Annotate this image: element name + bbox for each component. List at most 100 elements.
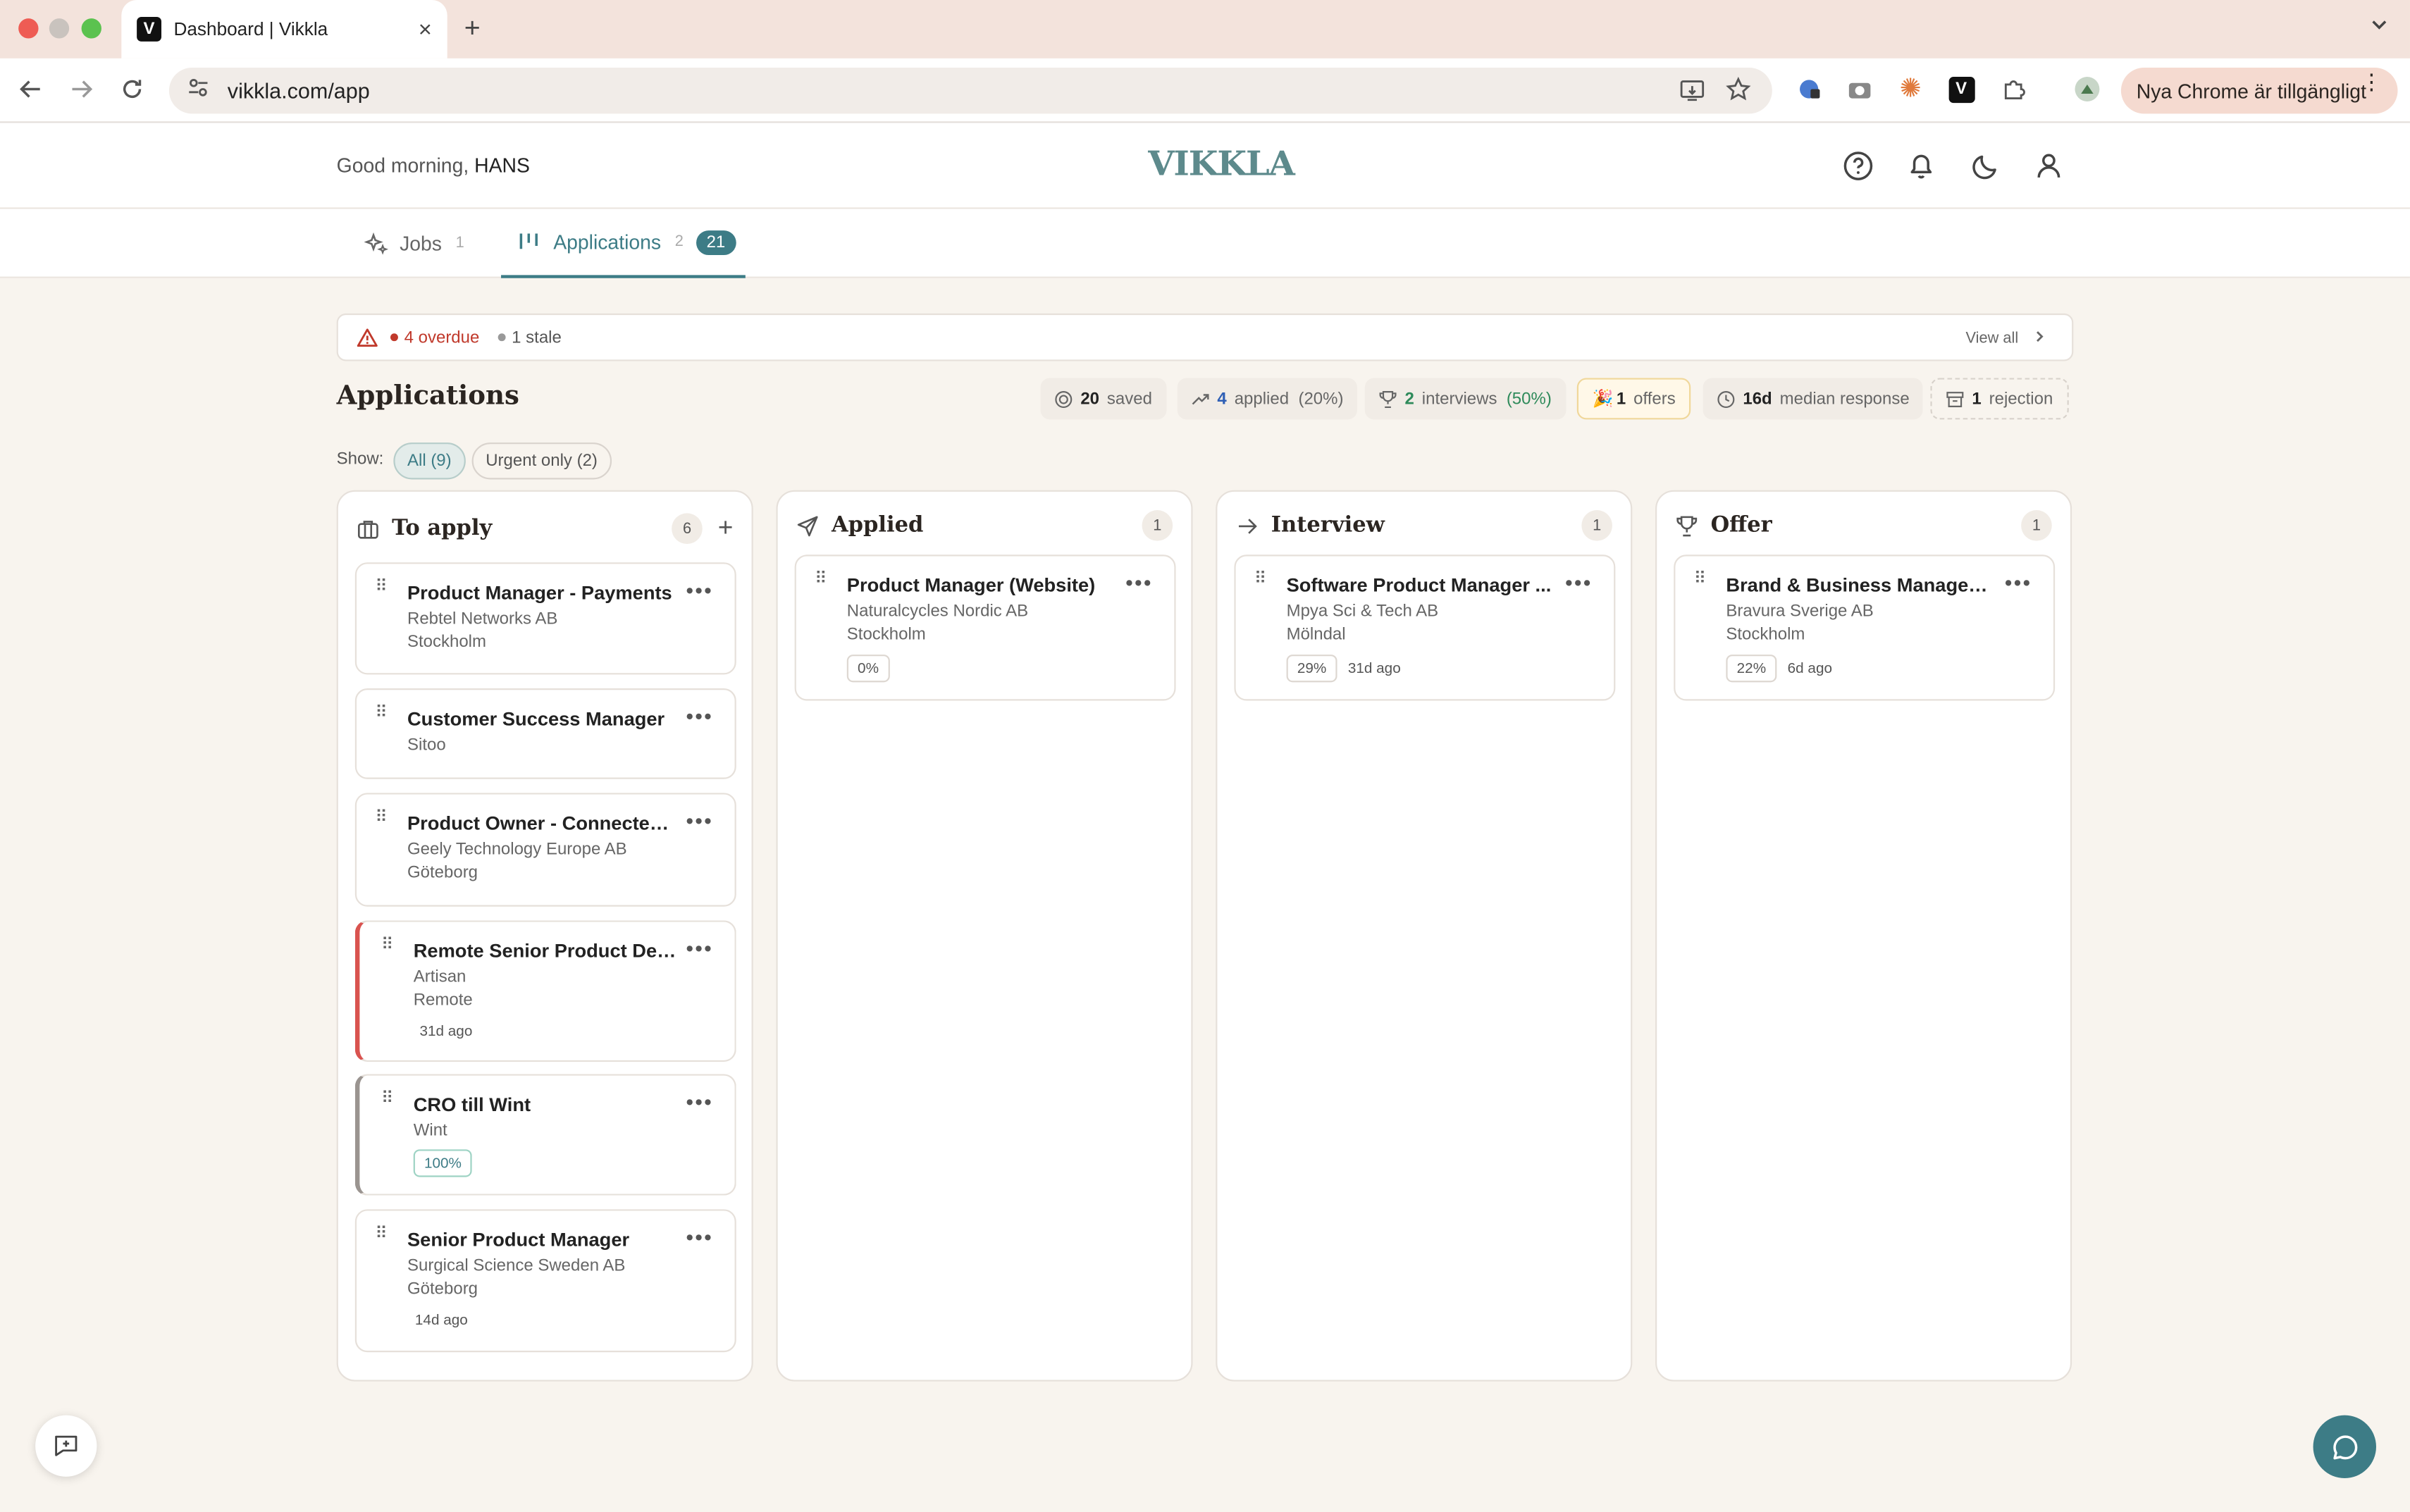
card-age: 31d ago xyxy=(1347,660,1401,678)
close-window-button[interactable] xyxy=(18,18,39,39)
view-all-link[interactable]: View all xyxy=(1965,329,2047,347)
column-title: Offer xyxy=(1710,513,1772,538)
chrome-menu-icon[interactable]: ⋮ xyxy=(2361,70,2383,92)
stat-median-response: 16d median response xyxy=(1703,378,1924,420)
stat-rejection-label: rejection xyxy=(1989,389,2053,409)
drag-handle-icon[interactable]: ⠿ xyxy=(375,1225,388,1242)
camera-extension-icon[interactable] xyxy=(1844,74,1875,105)
sparkles-icon xyxy=(364,231,388,254)
install-app-icon[interactable] xyxy=(1680,78,1705,111)
drag-handle-icon[interactable]: ⠿ xyxy=(815,571,827,588)
app-header: Good morning, HANS VIKKLA xyxy=(0,123,2410,209)
card-age: 6d ago xyxy=(1787,660,1833,678)
application-card[interactable]: ⠿ Senior Product Manager ••• Surgical Sc… xyxy=(354,1209,736,1353)
browser-toolbar: vikkla.com/app ✺ V Nya Chrome är tillgän… xyxy=(0,58,2410,123)
browser-tab-bar: V Dashboard | Vikkla × + xyxy=(0,0,2410,58)
application-card[interactable]: ⠿ Software Product Manager ... ••• Mpya … xyxy=(1234,554,1616,701)
archive-icon xyxy=(1946,391,1964,407)
tab-applications-label: Applications xyxy=(553,230,662,254)
drag-handle-icon[interactable]: ⠿ xyxy=(381,1090,394,1107)
application-card[interactable]: ⠿ Brand & Business Manager t... ••• Brav… xyxy=(1674,554,2056,701)
card-more-icon[interactable]: ••• xyxy=(686,1089,713,1114)
stat-saved-number: 20 xyxy=(1080,389,1100,409)
claude-extension-icon[interactable]: ✺ xyxy=(1895,74,1926,105)
browser-tab[interactable]: V Dashboard | Vikkla × xyxy=(121,0,447,58)
application-card[interactable]: ⠿ Product Manager - Payments ••• Rebtel … xyxy=(354,562,736,675)
tab-jobs[interactable]: Jobs 1 xyxy=(364,209,472,278)
overdue-count[interactable]: 4 overdue xyxy=(390,328,479,347)
match-score-badge: 22% xyxy=(1726,655,1777,683)
column-count: 6 xyxy=(672,513,703,545)
stale-count[interactable]: 1 stale xyxy=(498,328,562,347)
help-icon[interactable] xyxy=(1841,149,1875,183)
card-more-icon[interactable]: ••• xyxy=(686,1225,713,1249)
chrome-update-button[interactable]: Nya Chrome är tillgängligt ⋮ xyxy=(2120,67,2398,114)
application-card-overdue[interactable]: ⠿ Remote Senior Product Des... ••• Artis… xyxy=(354,920,736,1062)
minimize-window-button[interactable] xyxy=(49,18,70,39)
column-title: Interview xyxy=(1271,513,1385,538)
filter-all-chip[interactable]: All (9) xyxy=(393,442,466,480)
stat-offers-label: offers xyxy=(1633,389,1676,409)
drag-handle-icon[interactable]: ⠿ xyxy=(1254,571,1267,588)
card-company: Naturalcycles Nordic AB xyxy=(846,602,1029,621)
add-application-icon[interactable]: + xyxy=(718,513,734,544)
dark-mode-moon-icon[interactable] xyxy=(1969,149,2003,183)
profile-avatar-icon[interactable] xyxy=(2072,74,2103,105)
feedback-message-plus-icon xyxy=(55,1435,78,1456)
drag-handle-icon[interactable]: ⠿ xyxy=(1694,571,1707,588)
maximize-window-button[interactable] xyxy=(81,18,101,39)
extensions-puzzle-icon[interactable] xyxy=(1998,74,2029,105)
user-name: HANS xyxy=(474,154,530,177)
vikkla-logo[interactable]: VIKKLA xyxy=(1148,144,1295,185)
card-more-icon[interactable]: ••• xyxy=(686,578,713,602)
column-header: Applied 1 xyxy=(796,510,1173,541)
filter-urgent-chip[interactable]: Urgent only (2) xyxy=(471,442,612,480)
card-title: Product Manager (Website) xyxy=(846,574,1096,597)
drag-handle-icon[interactable]: ⠿ xyxy=(375,705,388,721)
address-bar[interactable]: vikkla.com/app xyxy=(168,67,1772,114)
application-card[interactable]: ⠿ CRO till Wint ••• Wint 100% xyxy=(354,1074,736,1196)
new-tab-icon[interactable]: + xyxy=(464,12,481,44)
application-card[interactable]: ⠿ Product Owner - Connected... ••• Geely… xyxy=(354,793,736,907)
overdue-label: 4 overdue xyxy=(404,328,480,347)
drag-handle-icon[interactable]: ⠿ xyxy=(375,578,388,595)
chat-bubble-icon xyxy=(2332,1434,2357,1459)
tab-search-chevron-icon[interactable] xyxy=(2370,16,2388,39)
column-header: Interview 1 xyxy=(1236,510,1612,541)
close-tab-icon[interactable]: × xyxy=(419,16,432,42)
drag-handle-icon[interactable]: ⠿ xyxy=(381,936,394,953)
back-icon[interactable] xyxy=(18,77,43,108)
stat-interviews-label: interviews xyxy=(1421,389,1497,409)
card-company: Wint xyxy=(413,1122,447,1141)
column-to-apply: To apply 6 + ⠿ Product Manager - Payment… xyxy=(336,490,753,1382)
notifications-bell-icon[interactable] xyxy=(1904,149,1938,183)
card-more-icon[interactable]: ••• xyxy=(2005,570,2032,595)
reload-icon[interactable] xyxy=(120,77,144,108)
column-title: To apply xyxy=(392,516,493,541)
tab-applications[interactable]: Applications 2 21 xyxy=(501,209,746,278)
card-more-icon[interactable]: ••• xyxy=(686,808,713,833)
warning-triangle-icon xyxy=(357,328,378,347)
feedback-button[interactable] xyxy=(35,1415,97,1477)
card-more-icon[interactable]: ••• xyxy=(1125,570,1153,595)
password-manager-icon[interactable] xyxy=(1793,74,1824,105)
site-settings-icon[interactable] xyxy=(187,76,209,105)
stat-applied: 4 applied (20%) xyxy=(1177,378,1358,420)
stat-offers: 🎉 1 offers xyxy=(1576,378,1691,420)
main-tabs: Jobs 1 Applications 2 21 xyxy=(0,209,2410,278)
card-company: Bravura Sverige AB xyxy=(1726,602,1874,621)
vikkla-extension-icon[interactable]: V xyxy=(1946,74,1977,105)
arrow-right-icon xyxy=(1238,518,1257,533)
forward-icon[interactable] xyxy=(69,77,94,108)
card-title: Remote Senior Product Des... xyxy=(413,940,683,962)
card-more-icon[interactable]: ••• xyxy=(1565,570,1593,595)
drag-handle-icon[interactable]: ⠿ xyxy=(375,809,388,826)
bookmark-star-icon[interactable] xyxy=(1726,76,1751,109)
card-more-icon[interactable]: ••• xyxy=(686,936,713,960)
application-card[interactable]: ⠿ Customer Success Manager ••• Sitoo xyxy=(354,688,736,779)
user-profile-icon[interactable] xyxy=(2032,149,2065,183)
card-age: 31d ago xyxy=(419,1023,473,1041)
application-card[interactable]: ⠿ Product Manager (Website) ••• Naturalc… xyxy=(794,554,1176,701)
chat-support-button[interactable] xyxy=(2313,1415,2376,1479)
card-more-icon[interactable]: ••• xyxy=(686,704,713,729)
